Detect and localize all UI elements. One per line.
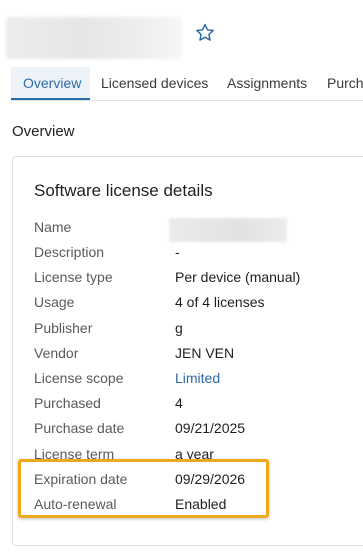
detail-row-purchased: Purchased 4 — [34, 393, 363, 413]
detail-label: License type — [34, 269, 113, 285]
detail-value: - — [175, 244, 180, 260]
section-title: Overview — [12, 123, 75, 140]
detail-row-license-type: License type Per device (manual) — [34, 267, 363, 287]
detail-row-license-scope: License scope Limited — [34, 368, 363, 388]
tab-purchases[interactable]: Purcha — [327, 67, 363, 100]
name-value-redacted — [169, 218, 287, 242]
license-scope-link[interactable]: Limited — [175, 368, 220, 388]
detail-label: Name — [34, 219, 72, 235]
tab-licensed-devices[interactable]: Licensed devices — [101, 67, 208, 100]
card-title: Software license details — [34, 181, 213, 200]
highlight-box — [18, 459, 269, 518]
detail-label: Vendor — [34, 345, 79, 361]
star-icon[interactable] — [194, 22, 216, 44]
detail-label: License scope — [34, 370, 124, 386]
detail-row-usage: Usage 4 of 4 licenses — [34, 292, 363, 312]
detail-label: Publisher — [34, 320, 93, 336]
detail-value: Per device (manual) — [175, 269, 301, 285]
detail-label: Usage — [34, 294, 75, 310]
detail-value: JEN VEN — [175, 345, 235, 361]
detail-row-name: Name — [34, 217, 363, 242]
detail-row-description: Description - — [34, 242, 363, 262]
detail-value: 4 of 4 licenses — [175, 294, 265, 310]
detail-value: 4 — [175, 395, 183, 411]
tab-bar: Overview Licensed devices Assignments Pu… — [11, 67, 363, 101]
detail-row-publisher: Publisher g — [34, 318, 363, 338]
detail-label: Purchase date — [34, 420, 125, 436]
detail-value: 09/21/2025 — [175, 420, 246, 436]
detail-row-purchase-date: Purchase date 09/21/2025 — [34, 418, 363, 438]
page-title-redacted — [6, 17, 182, 59]
detail-label: Description — [34, 244, 105, 260]
detail-row-vendor: Vendor JEN VEN — [34, 343, 363, 363]
tab-assignments[interactable]: Assignments — [227, 67, 307, 100]
detail-label: Purchased — [34, 395, 101, 411]
page-header — [0, 0, 363, 64]
tab-overview[interactable]: Overview — [11, 67, 90, 100]
detail-value: g — [175, 320, 183, 336]
